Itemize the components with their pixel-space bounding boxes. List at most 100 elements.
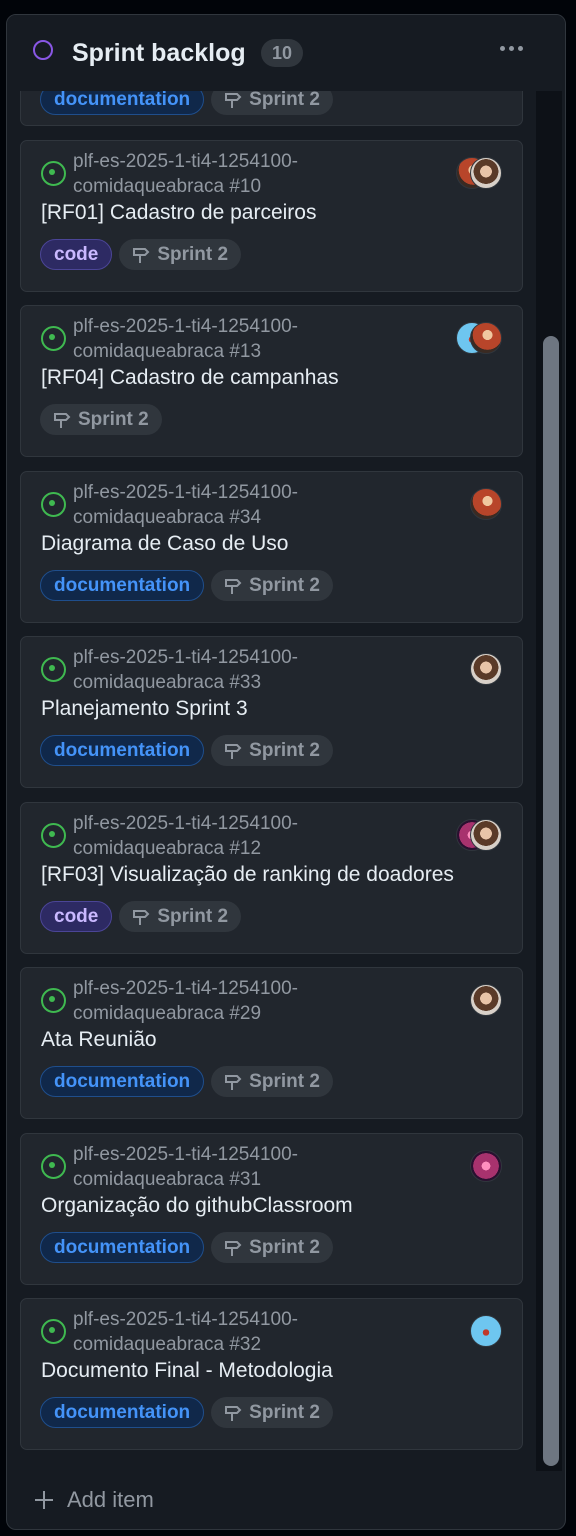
issue-card[interactable]: plf-es-2025-1-ti4-1254100-comidaqueabrac… xyxy=(20,1133,523,1285)
issue-title[interactable]: Documento Final - Metodologia xyxy=(41,1359,333,1383)
issue-card[interactable]: plf-es-2025-1-ti4-1254100-comidaqueabrac… xyxy=(20,967,523,1119)
avatar[interactable] xyxy=(470,322,502,354)
milestone-label: Sprint 2 xyxy=(249,1402,320,1423)
issue-labels: documentation Sprint 2 xyxy=(40,1066,333,1097)
milestone-badge[interactable]: Sprint 2 xyxy=(211,1232,333,1263)
avatar[interactable] xyxy=(470,1315,502,1347)
open-issue-icon xyxy=(41,1154,66,1179)
milestone-badge[interactable]: Sprint 2 xyxy=(211,1397,333,1428)
assignee-avatars[interactable] xyxy=(456,819,502,851)
column-header: Sprint backlog 10 xyxy=(7,15,565,91)
label-documentation[interactable]: documentation xyxy=(40,735,205,766)
column-title: Sprint backlog xyxy=(72,39,246,67)
issue-repo-reference[interactable]: plf-es-2025-1-ti4-1254100-comidaqueabrac… xyxy=(73,314,413,364)
open-issue-icon xyxy=(41,1319,66,1344)
open-issue-icon xyxy=(41,492,66,517)
issue-card[interactable]: plf-es-2025-1-ti4-1254100-comidaqueabrac… xyxy=(20,305,523,457)
milestone-icon xyxy=(225,92,242,108)
scrollbar-thumb[interactable] xyxy=(543,336,559,1466)
open-issue-icon xyxy=(41,988,66,1013)
milestone-badge[interactable]: Sprint 2 xyxy=(119,901,242,932)
issue-title[interactable]: [RF01] Cadastro de parceiros xyxy=(41,201,316,225)
item-count-badge: 10 xyxy=(261,39,304,67)
issue-repo-reference[interactable]: plf-es-2025-1-ti4-1254100-comidaqueabrac… xyxy=(73,480,413,530)
issue-title[interactable]: Planejamento Sprint 3 xyxy=(41,697,248,721)
avatar[interactable] xyxy=(470,984,502,1016)
milestone-icon xyxy=(133,247,150,263)
assignee-avatars[interactable] xyxy=(470,1315,502,1347)
milestone-badge[interactable]: Sprint 2 xyxy=(119,239,242,270)
issue-card[interactable]: plf-es-2025-1-ti4-1254100-comidaqueabrac… xyxy=(20,140,523,292)
assignee-avatars[interactable] xyxy=(470,488,502,520)
add-item-label: Add item xyxy=(67,1487,154,1512)
card-list[interactable]: documentation Sprint 2 plf-es-2025-1-ti4… xyxy=(7,15,565,1455)
milestone-icon xyxy=(54,412,71,428)
issue-repo-reference[interactable]: plf-es-2025-1-ti4-1254100-comidaqueabrac… xyxy=(73,149,413,199)
status-circle-icon xyxy=(33,40,53,60)
issue-card[interactable]: plf-es-2025-1-ti4-1254100-comidaqueabrac… xyxy=(20,1298,523,1450)
scrollbar-track[interactable] xyxy=(536,91,562,1471)
milestone-badge[interactable]: Sprint 2 xyxy=(40,404,162,435)
issue-labels: code Sprint 2 xyxy=(40,239,242,270)
assignee-avatars[interactable] xyxy=(470,1150,502,1182)
issue-repo-reference[interactable]: plf-es-2025-1-ti4-1254100-comidaqueabrac… xyxy=(73,1307,413,1357)
issue-repo-reference[interactable]: plf-es-2025-1-ti4-1254100-comidaqueabrac… xyxy=(73,811,413,861)
issue-labels: documentation Sprint 2 xyxy=(40,735,333,766)
more-options-icon[interactable] xyxy=(493,33,529,63)
milestone-icon xyxy=(225,1074,242,1090)
assignee-avatars[interactable] xyxy=(456,322,502,354)
plus-icon xyxy=(35,1491,53,1509)
milestone-badge[interactable]: Sprint 2 xyxy=(211,735,333,766)
open-issue-icon xyxy=(41,161,66,186)
issue-title[interactable]: Diagrama de Caso de Uso xyxy=(41,532,288,556)
milestone-label: Sprint 2 xyxy=(249,1071,320,1092)
assignee-avatars[interactable] xyxy=(470,653,502,685)
milestone-badge[interactable]: Sprint 2 xyxy=(211,570,333,601)
open-issue-icon xyxy=(41,326,66,351)
label-documentation[interactable]: documentation xyxy=(40,1397,205,1428)
milestone-label: Sprint 2 xyxy=(249,575,320,596)
milestone-icon xyxy=(225,743,242,759)
issue-title[interactable]: [RF04] Cadastro de campanhas xyxy=(41,366,339,390)
milestone-label: Sprint 2 xyxy=(78,409,149,430)
issue-labels: Sprint 2 xyxy=(40,404,162,435)
label-documentation[interactable]: documentation xyxy=(40,570,205,601)
milestone-label: Sprint 2 xyxy=(157,244,229,265)
avatar[interactable] xyxy=(470,653,502,685)
label-documentation[interactable]: documentation xyxy=(40,1066,205,1097)
avatar[interactable] xyxy=(470,1150,502,1182)
issue-title[interactable]: [RF03] Visualização de ranking de doador… xyxy=(41,863,454,887)
issue-repo-reference[interactable]: plf-es-2025-1-ti4-1254100-comidaqueabrac… xyxy=(73,645,413,695)
label-code[interactable]: code xyxy=(40,901,113,932)
issue-title[interactable]: Ata Reunião xyxy=(41,1028,157,1052)
milestone-label: Sprint 2 xyxy=(249,740,320,761)
issue-repo-reference[interactable]: plf-es-2025-1-ti4-1254100-comidaqueabrac… xyxy=(73,1142,413,1192)
avatar[interactable] xyxy=(470,819,502,851)
milestone-icon xyxy=(225,1240,242,1256)
milestone-label: Sprint 2 xyxy=(157,906,229,927)
milestone-icon xyxy=(225,578,242,594)
sprint-backlog-column: documentation Sprint 2 plf-es-2025-1-ti4… xyxy=(6,14,566,1530)
milestone-icon xyxy=(225,1405,242,1421)
issue-labels: documentation Sprint 2 xyxy=(40,1397,333,1428)
issue-labels: code Sprint 2 xyxy=(40,901,242,932)
assignee-avatars[interactable] xyxy=(456,157,502,189)
issue-card[interactable]: plf-es-2025-1-ti4-1254100-comidaqueabrac… xyxy=(20,471,523,623)
issue-card[interactable]: plf-es-2025-1-ti4-1254100-comidaqueabrac… xyxy=(20,802,523,954)
issue-title[interactable]: Organização do githubClassroom xyxy=(41,1194,353,1218)
milestone-badge[interactable]: Sprint 2 xyxy=(211,1066,333,1097)
label-documentation[interactable]: documentation xyxy=(40,1232,205,1263)
avatar[interactable] xyxy=(470,488,502,520)
open-issue-icon xyxy=(41,657,66,682)
milestone-label: Sprint 2 xyxy=(249,1237,320,1258)
milestone-icon xyxy=(133,909,150,925)
issue-labels: documentation Sprint 2 xyxy=(40,1232,333,1263)
assignee-avatars[interactable] xyxy=(470,984,502,1016)
avatar[interactable] xyxy=(470,157,502,189)
add-item-button[interactable]: Add item xyxy=(35,1484,154,1516)
issue-repo-reference[interactable]: plf-es-2025-1-ti4-1254100-comidaqueabrac… xyxy=(73,976,413,1026)
open-issue-icon xyxy=(41,823,66,848)
issue-labels: documentation Sprint 2 xyxy=(40,570,333,601)
label-code[interactable]: code xyxy=(40,239,113,270)
issue-card[interactable]: plf-es-2025-1-ti4-1254100-comidaqueabrac… xyxy=(20,636,523,788)
